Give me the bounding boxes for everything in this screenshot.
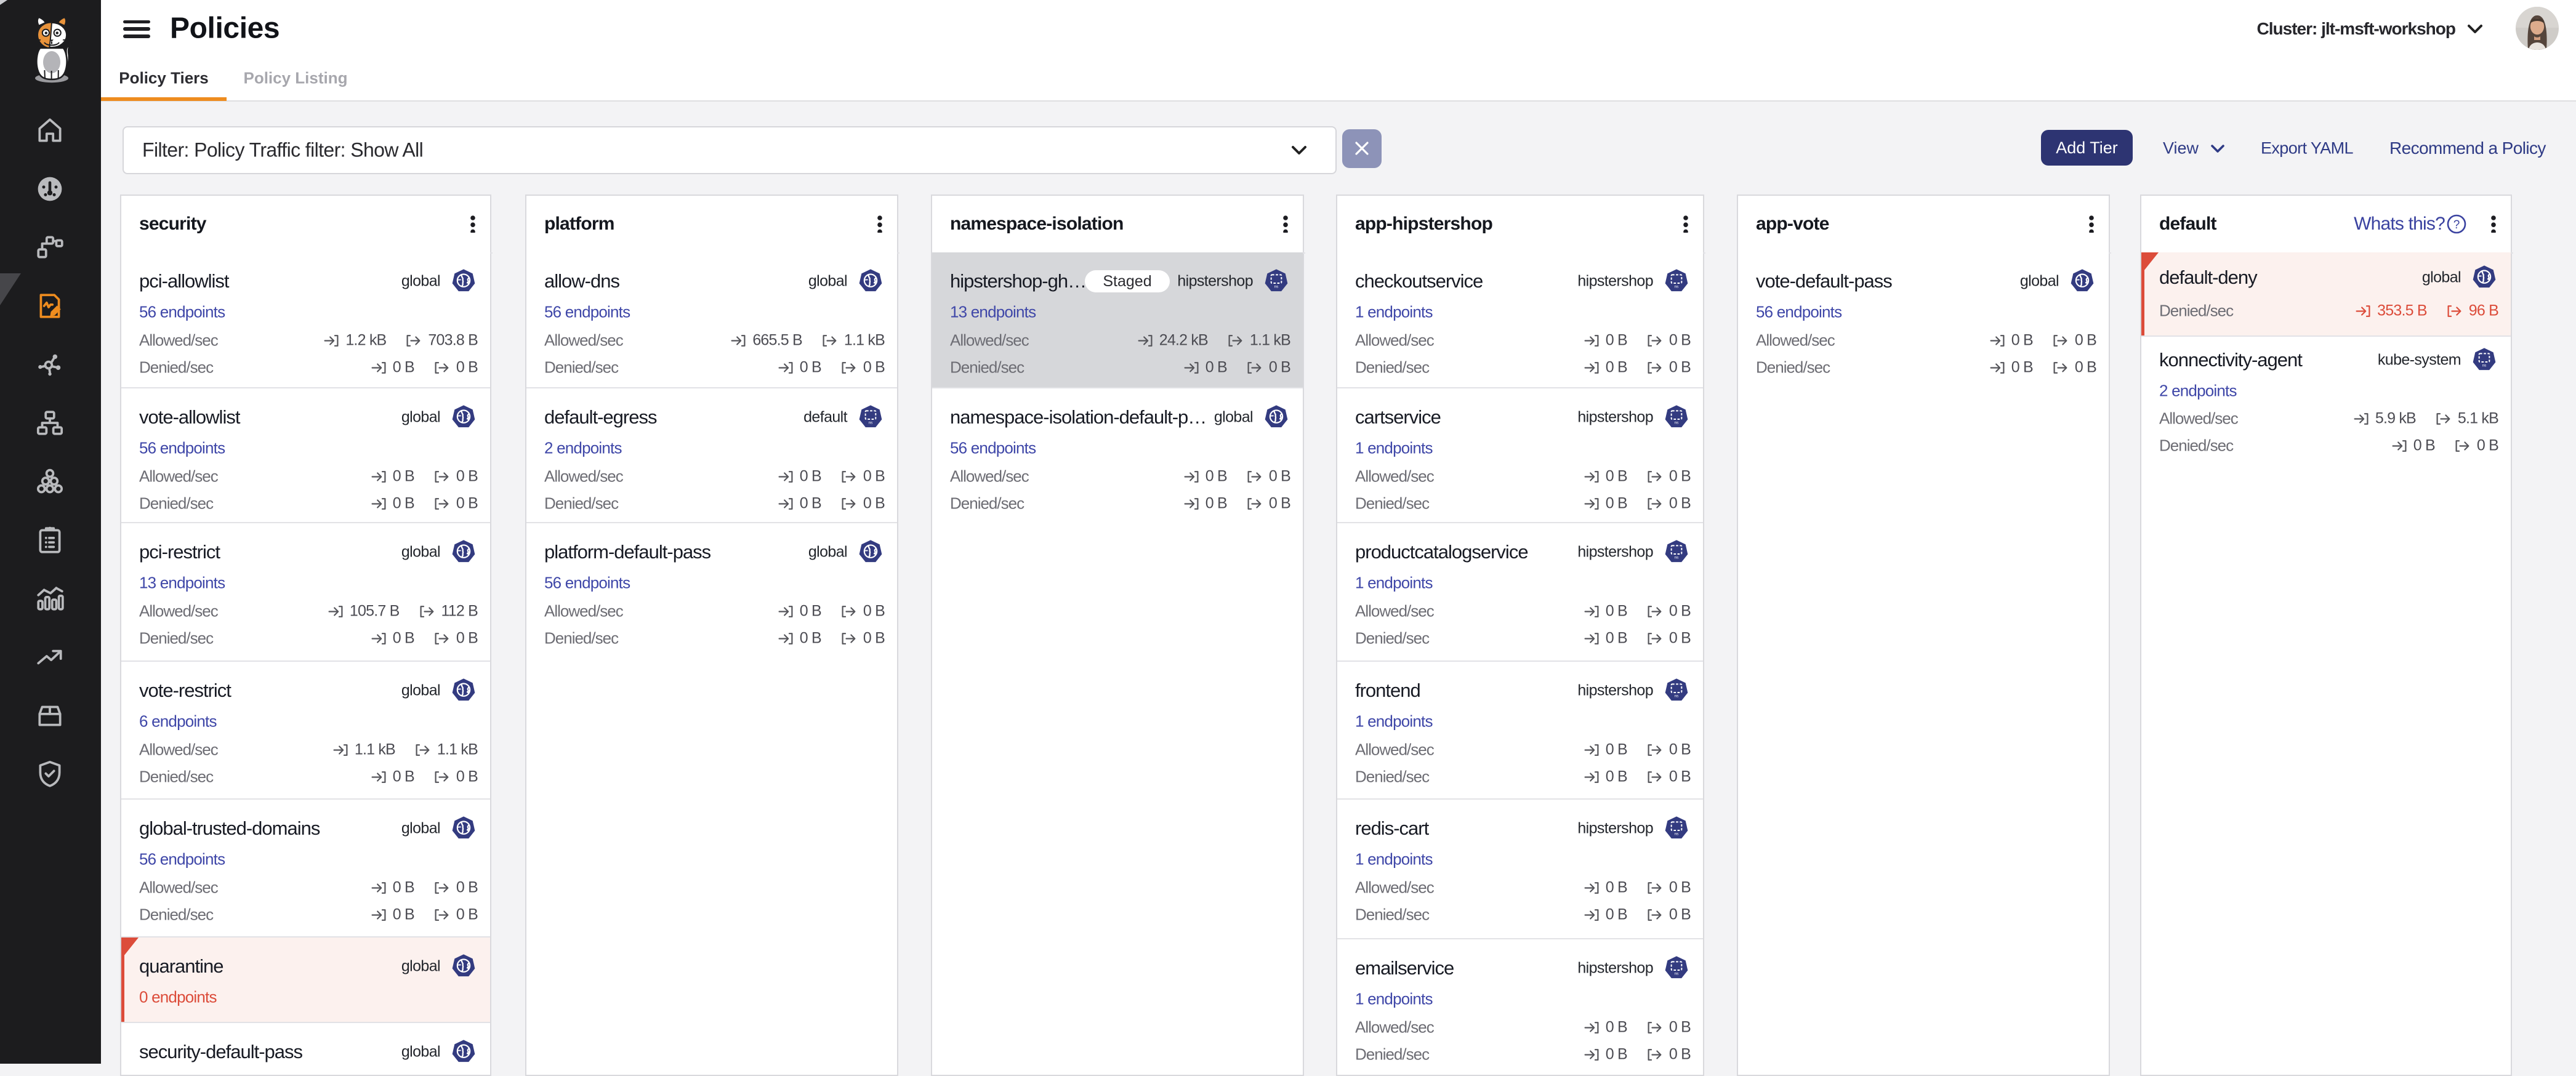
svg-text:?: ? — [2453, 219, 2460, 231]
